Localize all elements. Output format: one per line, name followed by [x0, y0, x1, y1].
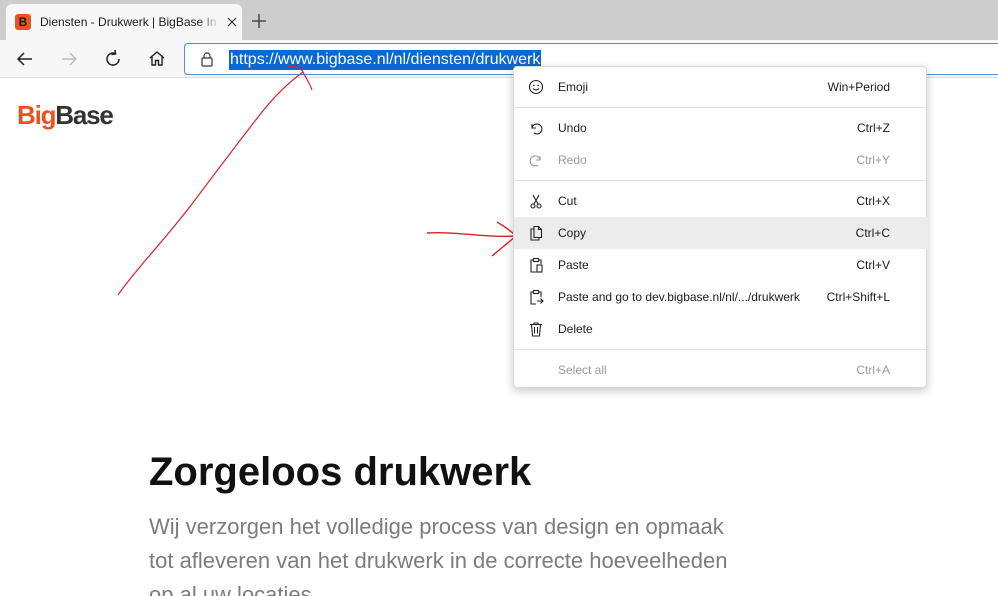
- menu-item-paste[interactable]: Paste Ctrl+V: [514, 249, 928, 281]
- menu-item-emoji[interactable]: Emoji Win+Period: [514, 71, 928, 103]
- url-text[interactable]: https://www.bigbase.nl/nl/diensten/drukw…: [229, 50, 542, 70]
- menu-separator: [514, 107, 928, 108]
- logo-part-big: Big: [17, 100, 57, 130]
- undo-icon: [531, 123, 543, 135]
- trash-icon: [530, 322, 542, 337]
- browser-window: B Diensten - Drukwerk | BigBase In https…: [0, 0, 998, 596]
- menu-item-undo[interactable]: Undo Ctrl+Z: [514, 112, 928, 144]
- context-menu: Emoji Win+Period Undo Ctrl+Z Redo Ctrl+Y: [513, 66, 928, 388]
- menu-shortcut: Ctrl+X: [856, 194, 890, 208]
- menu-label: Emoji: [558, 80, 589, 94]
- menu-separator: [514, 349, 928, 350]
- menu-shortcut: Ctrl+C: [855, 226, 890, 240]
- paste-go-icon: [530, 289, 544, 305]
- menu-item-paste-and-go[interactable]: Paste and go to dev.bigbase.nl/nl/.../dr…: [514, 281, 928, 313]
- tab-title: Diensten - Drukwerk | BigBase In: [40, 15, 217, 29]
- scissors-icon: [530, 194, 542, 209]
- page-heading: Zorgeloos drukwerk: [149, 450, 532, 494]
- redo-icon: [529, 155, 541, 167]
- page-intro: Wij verzorgen het volledige process van …: [149, 514, 728, 596]
- menu-shortcut: Ctrl+Y: [856, 153, 890, 167]
- new-tab-icon[interactable]: [250, 12, 268, 30]
- menu-shortcut: Ctrl+Z: [857, 121, 890, 135]
- favicon-icon: B: [15, 14, 31, 30]
- menu-item-copy[interactable]: Copy Ctrl+C: [514, 217, 928, 249]
- tab-active[interactable]: B Diensten - Drukwerk | BigBase In: [6, 4, 242, 40]
- paste-icon: [530, 257, 543, 273]
- menu-shortcut: Ctrl+Shift+L: [826, 290, 890, 304]
- menu-label: Copy: [558, 226, 587, 240]
- menu-shortcut: Win+Period: [827, 80, 890, 94]
- menu-label: Delete: [558, 322, 593, 336]
- close-icon[interactable]: [224, 14, 240, 30]
- back-arrow-icon[interactable]: [14, 48, 36, 70]
- menu-label: Redo: [558, 153, 587, 167]
- menu-label: Undo: [558, 121, 587, 135]
- menu-label: Paste: [558, 258, 589, 272]
- forward-arrow-icon[interactable]: [58, 48, 80, 70]
- menu-shortcut: Ctrl+V: [856, 258, 890, 272]
- refresh-icon[interactable]: [102, 48, 124, 70]
- menu-item-redo[interactable]: Redo Ctrl+Y: [514, 144, 928, 176]
- emoji-icon: [528, 79, 544, 95]
- menu-item-select-all[interactable]: Select all Ctrl+A: [514, 354, 928, 386]
- home-icon[interactable]: [146, 48, 168, 70]
- copy-icon: [530, 225, 543, 241]
- menu-separator: [514, 180, 928, 181]
- logo-part-base: Base: [55, 100, 114, 130]
- lock-icon[interactable]: [199, 51, 215, 67]
- menu-label: Select all: [558, 363, 607, 377]
- menu-item-delete[interactable]: Delete: [514, 313, 928, 345]
- menu-label: Paste and go to dev.bigbase.nl/nl/.../dr…: [558, 290, 800, 304]
- tab-strip: B Diensten - Drukwerk | BigBase In: [0, 0, 998, 40]
- menu-item-cut[interactable]: Cut Ctrl+X: [514, 185, 928, 217]
- menu-label: Cut: [558, 194, 577, 208]
- logo[interactable]: BigBase: [17, 100, 114, 130]
- menu-shortcut: Ctrl+A: [856, 363, 890, 377]
